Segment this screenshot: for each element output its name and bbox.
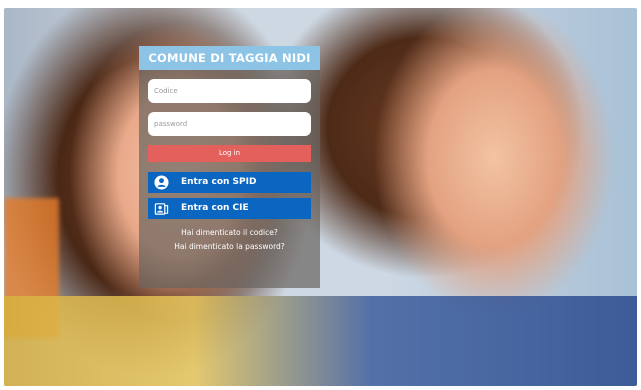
forgot-password-link[interactable]: Hai dimenticato la password? (139, 242, 320, 251)
code-input[interactable] (148, 79, 311, 103)
login-title: COMUNE DI TAGGIA NIDI (139, 46, 320, 70)
cie-label: Entra con CIE (181, 203, 249, 213)
id-card-icon (154, 203, 169, 215)
forgot-code-link[interactable]: Hai dimenticato il codice? (139, 228, 320, 237)
login-card: COMUNE DI TAGGIA NIDI Log in Entra con S… (139, 46, 320, 288)
login-button[interactable]: Log in (148, 145, 311, 162)
user-circle-icon (154, 175, 169, 190)
background-decor (4, 296, 637, 386)
password-input[interactable] (148, 112, 311, 136)
background-photo: COMUNE DI TAGGIA NIDI Log in Entra con S… (4, 8, 637, 386)
spid-login-button[interactable]: Entra con SPID (148, 172, 311, 193)
spid-label: Entra con SPID (181, 177, 257, 187)
cie-login-button[interactable]: Entra con CIE (148, 198, 311, 219)
